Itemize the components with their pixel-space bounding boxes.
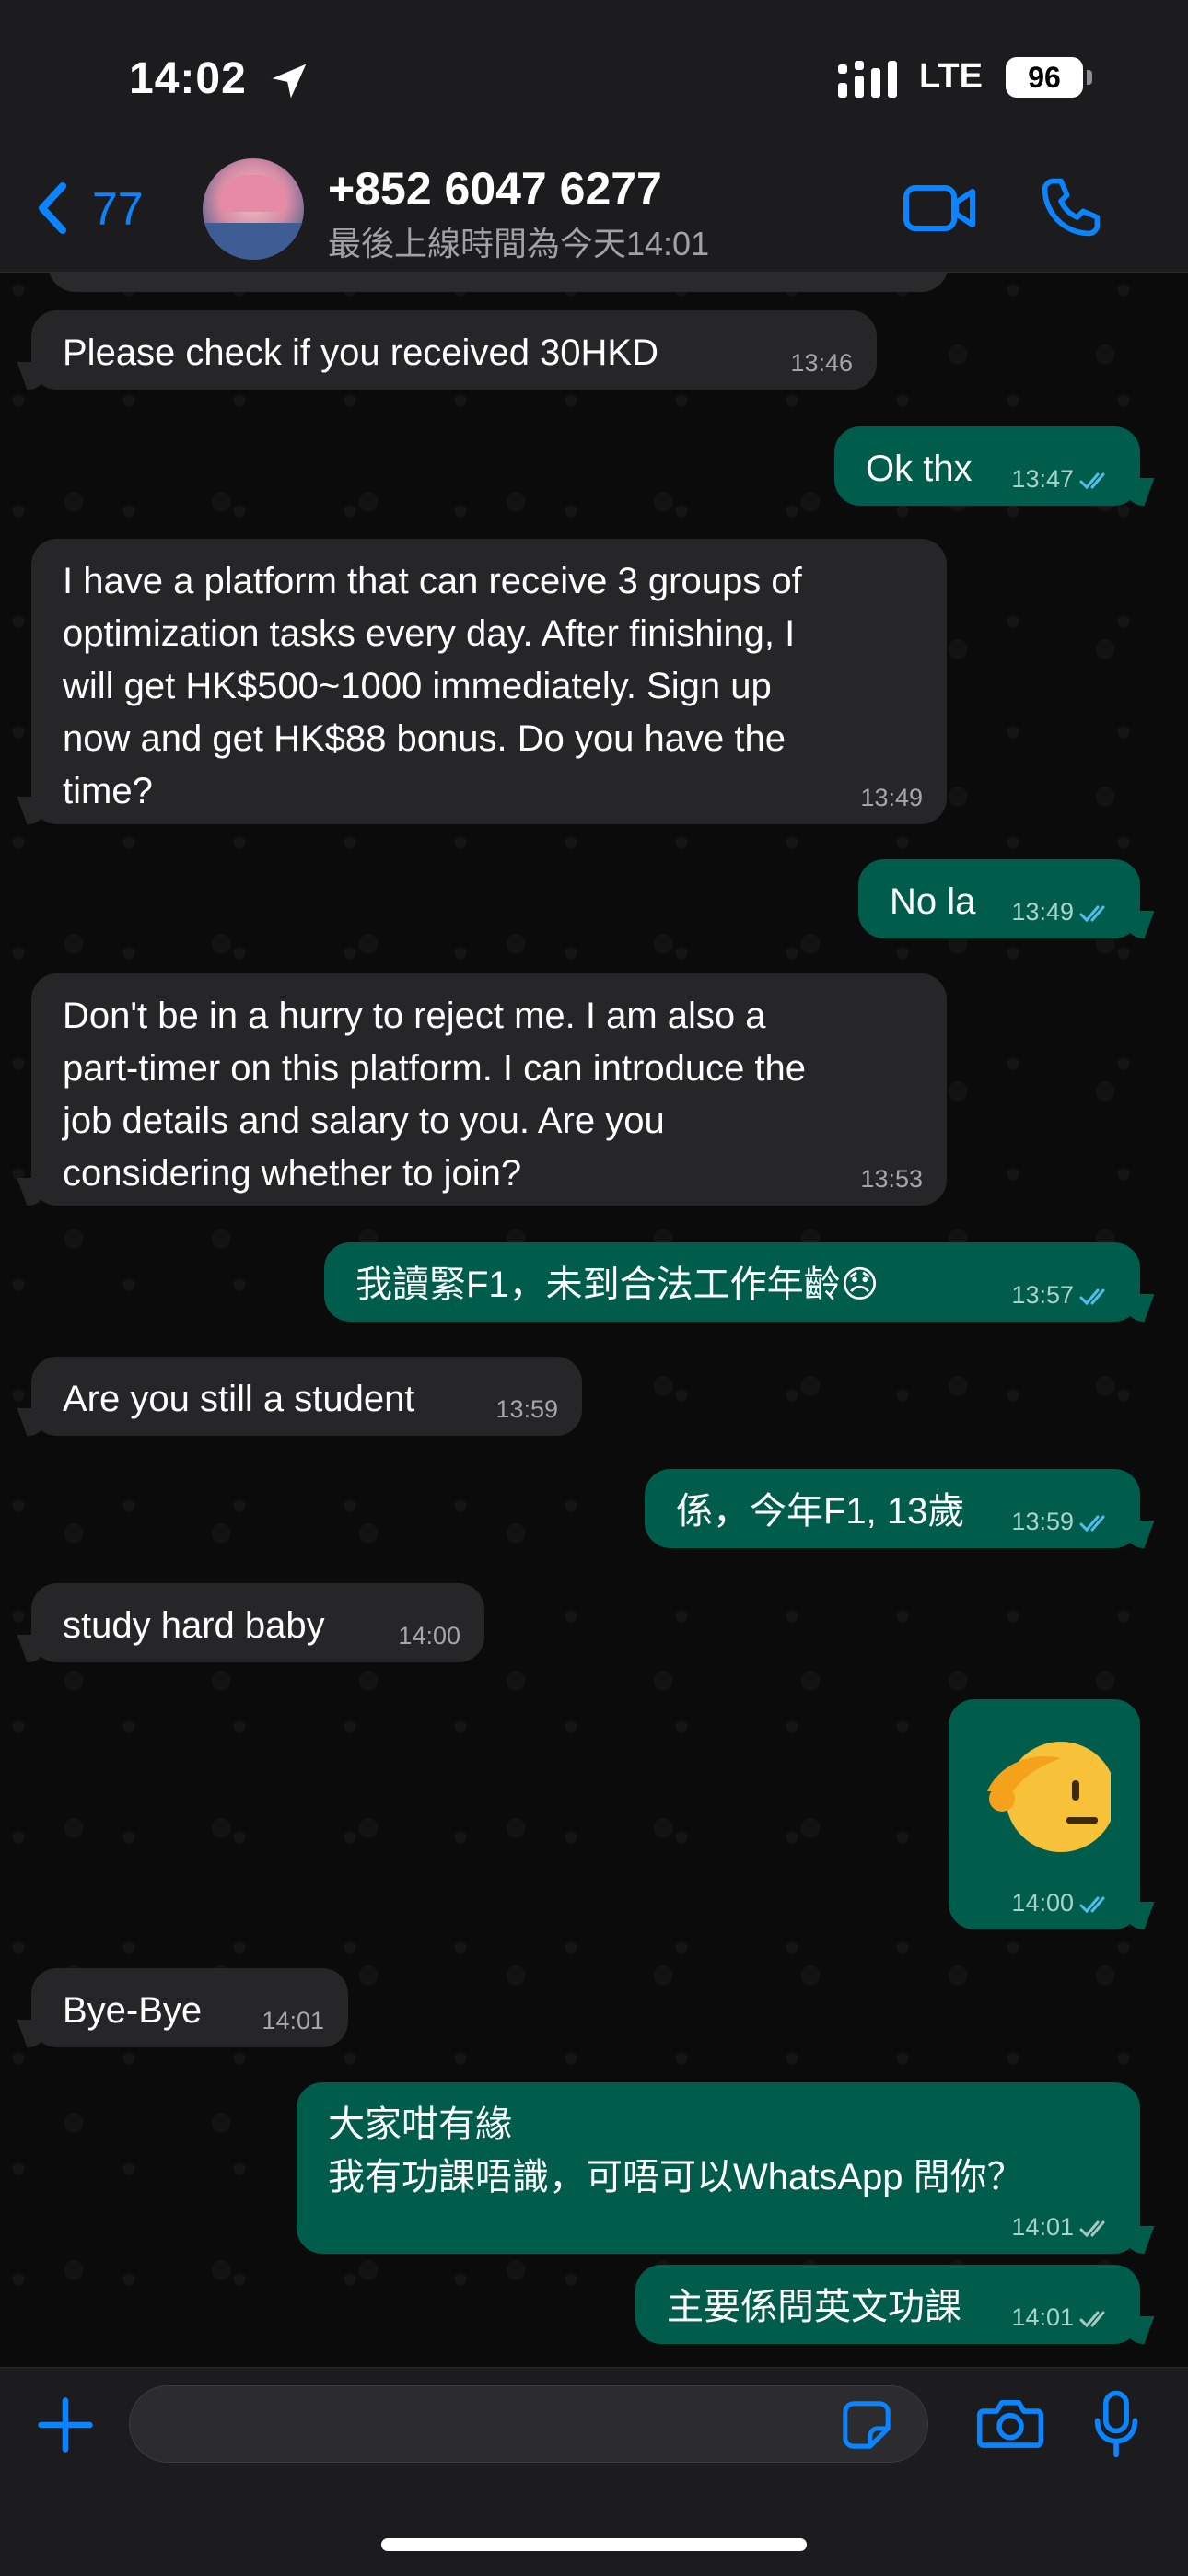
- message-meta: 13:59: [1011, 1508, 1112, 1535]
- battery-level: 96: [1006, 57, 1083, 98]
- sticker-icon[interactable]: [840, 2398, 893, 2452]
- message-text: Please check if you received 30HKD: [63, 332, 658, 373]
- message-text: Are you still a student: [63, 1379, 415, 1419]
- message-time: 14:01: [1011, 2303, 1074, 2331]
- signal-icon: [838, 61, 897, 98]
- message-meta: 14:00: [1011, 1889, 1112, 1917]
- message-incoming[interactable]: Don't be in a hurry to reject me. I am a…: [31, 973, 947, 1206]
- status-time: 14:02: [129, 54, 247, 103]
- message-text: Bye-Bye: [63, 1990, 203, 2031]
- message-incoming[interactable]: Bye-Bye 14:01: [31, 1968, 348, 2047]
- battery-tip: [1087, 70, 1092, 85]
- video-call-icon[interactable]: [903, 181, 976, 236]
- chat-messages[interactable]: Please check if you received 30HKD 13:46…: [0, 272, 1188, 2367]
- contact-avatar[interactable]: [203, 158, 304, 260]
- message-outgoing[interactable]: Ok thx 13:47: [834, 426, 1140, 506]
- last-seen-status: 最後上線時間為今天14:01: [328, 225, 710, 262]
- message-outgoing[interactable]: 係，今年F1, 13歲 13:59: [645, 1469, 1140, 1548]
- message-outgoing[interactable]: 大家咁有緣 我有功課唔識，可唔可以WhatsApp 問你？ 14:01: [297, 2082, 1140, 2254]
- back-chevron-icon[interactable]: [35, 181, 68, 236]
- contact-name[interactable]: +852 6047 6277: [328, 162, 662, 216]
- message-time: 14:01: [1011, 2213, 1074, 2241]
- message-time: 14:00: [398, 1622, 460, 1649]
- message-time: 13:49: [860, 784, 923, 811]
- read-ticks-icon: [1079, 1515, 1105, 1533]
- message-incoming[interactable]: Please check if you received 30HKD 13:46: [31, 310, 877, 390]
- read-ticks-icon: [1079, 472, 1105, 490]
- back-unread-count[interactable]: 77: [92, 182, 144, 236]
- message-outgoing[interactable]: 我讀緊F1，未到合法工作年齡😞 13:57: [324, 1242, 1140, 1322]
- location-arrow-icon: [272, 64, 307, 99]
- message-meta: 13:49: [1011, 898, 1112, 926]
- message-time: 13:57: [1011, 1281, 1074, 1309]
- message-time: 13:59: [1011, 1508, 1074, 1535]
- saluting-face-emoji-icon: [987, 1742, 1111, 1852]
- message-meta: 14:01: [1011, 2303, 1112, 2331]
- message-text: I have a platform that can receive 3 gro…: [63, 561, 802, 811]
- message-time: 13:53: [860, 1165, 923, 1193]
- message-text: 大家咁有緣 我有功課唔識，可唔可以WhatsApp 問你？: [328, 2104, 1024, 2197]
- message-time: 13:47: [1011, 465, 1074, 493]
- message-text: study hard baby: [63, 1605, 325, 1646]
- message-time: 14:00: [1011, 1889, 1074, 1917]
- message-input[interactable]: [129, 2385, 928, 2463]
- message-text: Don't be in a hurry to reject me. I am a…: [63, 996, 807, 1194]
- message-text: 我讀緊F1，未到合法工作年齡😞: [355, 1265, 879, 1305]
- network-type: LTE: [919, 57, 983, 96]
- message-meta: 13:47: [1011, 465, 1112, 493]
- message-outgoing-emoji[interactable]: 14:00: [949, 1699, 1140, 1929]
- chat-header: 14:02 LTE 96 77 +852 6047 6277 最後上線時間為今天…: [0, 0, 1188, 273]
- plus-icon[interactable]: [35, 2395, 96, 2455]
- mic-icon[interactable]: [1092, 2389, 1140, 2459]
- phone-call-icon[interactable]: [1039, 175, 1103, 239]
- previous-media-message[interactable]: [48, 272, 949, 292]
- message-text: Ok thx: [866, 449, 973, 489]
- message-outgoing[interactable]: No la 13:49: [858, 859, 1140, 938]
- message-incoming[interactable]: Are you still a student 13:59: [31, 1357, 582, 1436]
- delivered-ticks-icon: [1079, 2311, 1105, 2328]
- message-meta: 14:01: [1011, 2213, 1112, 2241]
- delivered-ticks-icon: [1079, 2220, 1105, 2238]
- message-time: 13:46: [790, 349, 853, 377]
- message-outgoing[interactable]: 主要係問英文功課 14:01: [635, 2265, 1140, 2344]
- camera-icon[interactable]: [976, 2395, 1044, 2452]
- message-time: 14:01: [262, 2007, 324, 2034]
- message-text: 係，今年F1, 13歲: [676, 1491, 965, 1532]
- message-incoming[interactable]: I have a platform that can receive 3 gro…: [31, 539, 947, 824]
- read-ticks-icon: [1079, 1896, 1105, 1914]
- message-incoming[interactable]: study hard baby 14:00: [31, 1583, 484, 1662]
- message-time: 13:49: [1011, 898, 1074, 926]
- read-ticks-icon: [1079, 905, 1105, 923]
- message-meta: 13:57: [1011, 1281, 1112, 1309]
- home-indicator[interactable]: [381, 2538, 807, 2551]
- message-time: 13:59: [495, 1395, 558, 1423]
- message-text: 主要係問英文功課: [667, 2287, 961, 2327]
- message-text: No la: [890, 881, 976, 922]
- read-ticks-icon: [1079, 1288, 1105, 1306]
